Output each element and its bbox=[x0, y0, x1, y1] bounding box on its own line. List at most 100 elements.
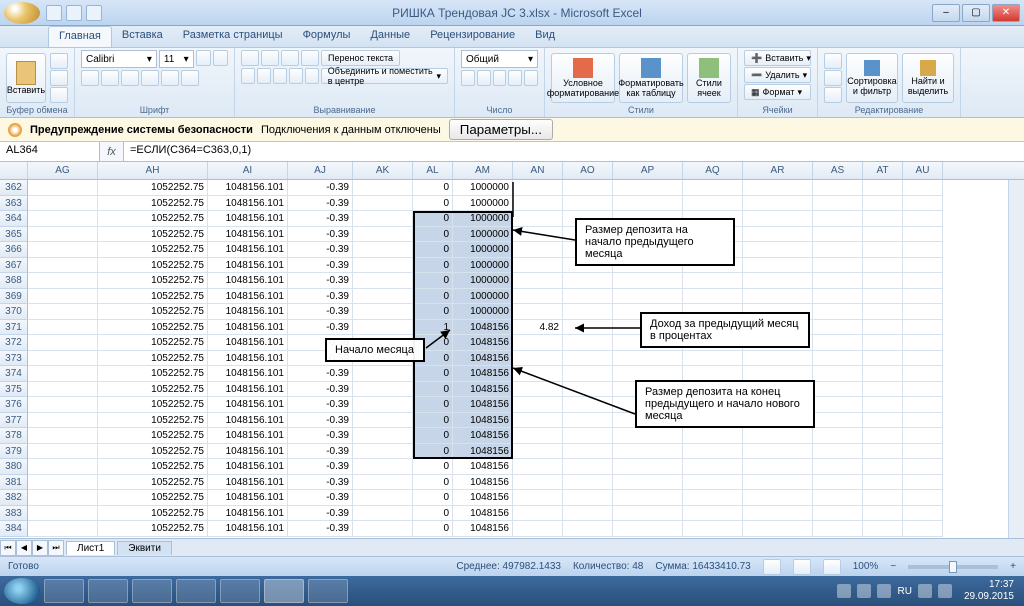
indent-dec-icon[interactable] bbox=[289, 68, 303, 84]
cell[interactable] bbox=[683, 382, 743, 398]
cell[interactable] bbox=[863, 413, 903, 429]
cell[interactable] bbox=[513, 196, 563, 212]
cell[interactable] bbox=[613, 289, 683, 305]
cell[interactable] bbox=[903, 273, 943, 289]
row-header[interactable]: 365 bbox=[0, 227, 28, 243]
align-top-icon[interactable] bbox=[241, 50, 259, 66]
autosum-icon[interactable] bbox=[824, 53, 842, 69]
cell[interactable]: -0.39 bbox=[288, 273, 353, 289]
cell[interactable] bbox=[743, 366, 813, 382]
table-row[interactable]: 3771052252.751048156.101-0.3901048156 bbox=[0, 413, 1024, 429]
cell[interactable] bbox=[613, 196, 683, 212]
cell[interactable] bbox=[563, 320, 613, 336]
cell[interactable]: 1048156 bbox=[453, 351, 513, 367]
row-header[interactable]: 372 bbox=[0, 335, 28, 351]
cell[interactable]: -0.39 bbox=[288, 506, 353, 522]
cell[interactable] bbox=[863, 320, 903, 336]
cell[interactable] bbox=[563, 444, 613, 460]
cell[interactable]: 1048156.101 bbox=[208, 506, 288, 522]
cell[interactable] bbox=[563, 180, 613, 196]
cell[interactable] bbox=[683, 459, 743, 475]
cell[interactable] bbox=[563, 397, 613, 413]
cell[interactable] bbox=[863, 335, 903, 351]
currency-icon[interactable] bbox=[461, 70, 475, 86]
underline-icon[interactable] bbox=[121, 70, 139, 86]
column-header-AI[interactable]: AI bbox=[208, 162, 288, 179]
cell[interactable]: 1048156.101 bbox=[208, 490, 288, 506]
cell[interactable] bbox=[743, 258, 813, 274]
office-button[interactable] bbox=[4, 2, 40, 24]
cell[interactable] bbox=[813, 227, 863, 243]
cell[interactable] bbox=[903, 444, 943, 460]
zoom-slider[interactable] bbox=[908, 565, 998, 569]
cell[interactable] bbox=[743, 180, 813, 196]
task-item[interactable] bbox=[44, 579, 84, 603]
fx-icon[interactable]: fx bbox=[100, 142, 124, 161]
cell[interactable]: 1048156 bbox=[453, 366, 513, 382]
column-headers[interactable]: AGAHAIAJAKALAMANAOAPAQARASATAU bbox=[0, 162, 1024, 180]
cell[interactable] bbox=[613, 444, 683, 460]
cell[interactable]: 1052252.75 bbox=[98, 242, 208, 258]
cell[interactable] bbox=[353, 320, 413, 336]
cell[interactable]: 0 bbox=[413, 258, 453, 274]
cell[interactable]: 1052252.75 bbox=[98, 289, 208, 305]
cell[interactable] bbox=[813, 506, 863, 522]
cell[interactable]: -0.39 bbox=[288, 397, 353, 413]
cell[interactable] bbox=[863, 227, 903, 243]
cell[interactable] bbox=[563, 273, 613, 289]
cell[interactable] bbox=[513, 242, 563, 258]
cell[interactable] bbox=[683, 475, 743, 491]
cell[interactable] bbox=[563, 475, 613, 491]
cell[interactable] bbox=[683, 196, 743, 212]
cell[interactable]: 1048156.101 bbox=[208, 459, 288, 475]
cell[interactable] bbox=[513, 335, 563, 351]
number-format-combo[interactable]: Общий▾ bbox=[461, 50, 538, 68]
cell[interactable] bbox=[863, 444, 903, 460]
cell[interactable]: -0.39 bbox=[288, 521, 353, 537]
cell[interactable]: 1052252.75 bbox=[98, 428, 208, 444]
cell[interactable] bbox=[743, 196, 813, 212]
select-all-corner[interactable] bbox=[0, 162, 28, 179]
cell[interactable]: 1048156.101 bbox=[208, 521, 288, 537]
cell[interactable] bbox=[353, 459, 413, 475]
delete-cells-button[interactable]: ➖ Удалить ▾ bbox=[744, 67, 811, 83]
cell[interactable] bbox=[743, 227, 813, 243]
cell[interactable] bbox=[513, 351, 563, 367]
cell[interactable]: 1052252.75 bbox=[98, 304, 208, 320]
cell[interactable] bbox=[353, 335, 413, 351]
security-options-button[interactable]: Параметры... bbox=[449, 119, 553, 140]
cell[interactable]: 1048156.101 bbox=[208, 258, 288, 274]
cell[interactable]: -0.39 bbox=[288, 413, 353, 429]
undo-icon[interactable] bbox=[66, 5, 82, 21]
format-cells-button[interactable]: ▦ Формат ▾ bbox=[744, 84, 811, 100]
cell[interactable] bbox=[613, 351, 683, 367]
column-header-AR[interactable]: AR bbox=[743, 162, 813, 179]
cell[interactable] bbox=[28, 335, 98, 351]
cell[interactable] bbox=[613, 506, 683, 522]
tab-formulas[interactable]: Формулы bbox=[293, 26, 361, 47]
cell[interactable]: 1052252.75 bbox=[98, 273, 208, 289]
cell[interactable] bbox=[903, 413, 943, 429]
column-header-AT[interactable]: AT bbox=[863, 162, 903, 179]
cell[interactable]: 1048156 bbox=[453, 397, 513, 413]
cell[interactable] bbox=[563, 506, 613, 522]
table-row[interactable]: 3731052252.751048156.101-0.3901048156 bbox=[0, 351, 1024, 367]
cell[interactable] bbox=[903, 304, 943, 320]
cell[interactable]: 1048156.101 bbox=[208, 196, 288, 212]
wrap-text-button[interactable]: Перенос текста bbox=[321, 50, 400, 66]
row-header[interactable]: 366 bbox=[0, 242, 28, 258]
row-header[interactable]: 381 bbox=[0, 475, 28, 491]
clock[interactable]: 17:3729.09.2015 bbox=[958, 579, 1020, 603]
cell[interactable] bbox=[28, 490, 98, 506]
font-color-icon[interactable] bbox=[181, 70, 199, 86]
cell[interactable] bbox=[813, 459, 863, 475]
cell[interactable] bbox=[613, 227, 683, 243]
cell[interactable] bbox=[683, 428, 743, 444]
cell[interactable] bbox=[903, 289, 943, 305]
cell[interactable] bbox=[743, 335, 813, 351]
cell[interactable] bbox=[683, 521, 743, 537]
column-header-AN[interactable]: AN bbox=[513, 162, 563, 179]
start-button[interactable] bbox=[4, 578, 40, 604]
paste-button[interactable]: Вставить bbox=[6, 53, 46, 103]
cell[interactable]: -0.39 bbox=[288, 196, 353, 212]
